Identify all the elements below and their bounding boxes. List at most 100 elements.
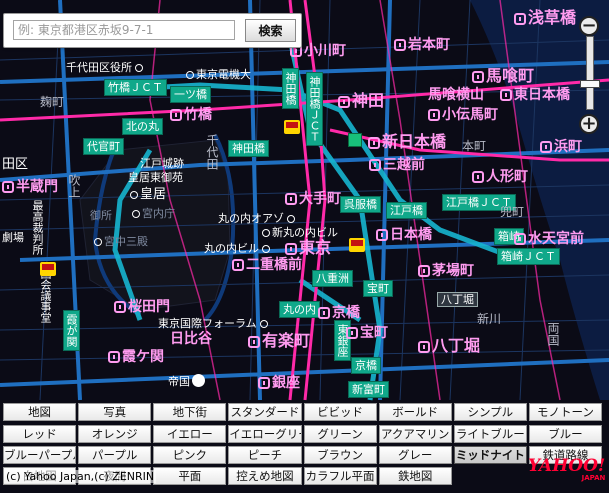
style-button[interactable]: ピンク bbox=[153, 446, 227, 464]
station-ginza[interactable]: 銀座 bbox=[258, 376, 300, 390]
yahoo-japan-logo[interactable]: YAHOO! JAPAN bbox=[528, 458, 605, 482]
zoom-out-button[interactable]: − bbox=[579, 16, 599, 36]
style-button[interactable]: ビビッド bbox=[303, 403, 377, 421]
copyright-text: (c) Yahoo Japan,(c) ZENRIN bbox=[4, 470, 157, 483]
style-button[interactable]: 地下街 bbox=[153, 403, 227, 421]
style-button[interactable]: グレー bbox=[378, 446, 452, 464]
map-canvas[interactable]: 竹橋ＪＣＴ 一ツ橋 北の丸 代官町 神田橋 神田橋ＪＣＴ 神田橋 呉服橋 江戸橋… bbox=[0, 0, 609, 493]
place-shinkawa: 新川 bbox=[477, 312, 502, 326]
station-tokyo[interactable]: 東京 bbox=[285, 240, 331, 256]
road-label-edobashi: 江戸橋 bbox=[386, 202, 427, 219]
station-kodenmacho[interactable]: 小伝馬町 bbox=[428, 108, 498, 122]
road-label-marunouchi: 丸の内 bbox=[279, 301, 320, 318]
style-button[interactable]: 鉄地図 bbox=[378, 467, 452, 485]
station-asakusabashi[interactable]: 浅草橋 bbox=[514, 10, 576, 26]
place-chiyoda-office: 千代田区役所 bbox=[66, 62, 145, 73]
place-ryogoku: 両国 bbox=[546, 322, 560, 346]
style-button[interactable]: ブラウン bbox=[303, 446, 377, 464]
place-marunouchi-bldg: 丸の内ビル bbox=[204, 243, 272, 254]
road-label-shintomicho: 新富町 bbox=[348, 381, 389, 398]
station-higashi-nihombashi[interactable]: 東日本橋 bbox=[500, 88, 570, 102]
style-button[interactable]: グリーン bbox=[303, 425, 377, 443]
station-otemachi[interactable]: 大手町 bbox=[285, 192, 341, 206]
style-button[interactable]: ブルーパープル bbox=[3, 446, 77, 464]
road-label-kitanomaru: 北の丸 bbox=[122, 118, 163, 135]
station-iwamotocho[interactable]: 岩本町 bbox=[394, 38, 450, 52]
style-button[interactable]: ピーチ bbox=[228, 446, 302, 464]
station-hatchobori[interactable]: 八丁堀 bbox=[418, 338, 480, 354]
road-label-daikancho: 代官町 bbox=[83, 138, 124, 155]
style-button[interactable]: オレンジ bbox=[78, 425, 152, 443]
road-label-kandabashi: 神田橋 bbox=[282, 68, 299, 109]
style-button[interactable]: イエロー bbox=[153, 425, 227, 443]
style-button[interactable]: スタンダード bbox=[228, 403, 302, 421]
place-edo-castle: 江戸城跡 bbox=[140, 157, 184, 170]
style-button[interactable]: パープル bbox=[78, 446, 152, 464]
place-imperial-hotel: 帝国 bbox=[168, 374, 207, 387]
place-fukiage: 吹上 bbox=[67, 174, 81, 198]
station-ningyocho[interactable]: 人形町 bbox=[472, 170, 528, 184]
place-shin-marunouchi: 新丸の内ビル bbox=[262, 227, 338, 238]
road-label-hakozaki-jct: 箱崎ＪＣＴ bbox=[497, 248, 560, 265]
place-kokkai: 国会議事堂 bbox=[39, 268, 52, 323]
station-shin-nihombashi[interactable]: 新日本橋 bbox=[368, 134, 446, 150]
place-chiyoda: 千代田 bbox=[205, 134, 219, 170]
place-kabuto: 兜町 bbox=[500, 205, 525, 219]
place-sakuma: 本町 bbox=[462, 139, 487, 153]
search-button[interactable]: 検索 bbox=[245, 19, 296, 42]
place-oazo: 丸の内オアゾ bbox=[218, 213, 297, 224]
station-nihombashi[interactable]: 日本橋 bbox=[376, 228, 432, 242]
style-button[interactable]: カラフル平面 bbox=[303, 467, 377, 485]
road-label-kandabashi-2: 神田橋 bbox=[228, 140, 269, 157]
station-takebashi[interactable]: 竹橋 bbox=[170, 108, 212, 122]
style-button[interactable]: モノトーン bbox=[528, 403, 602, 421]
station-yurakucho[interactable]: 有楽町 bbox=[248, 333, 310, 349]
place-gosho: 御所 bbox=[90, 209, 112, 222]
road-label-takebashi-jct: 竹橋ＪＣＴ bbox=[104, 79, 167, 96]
search-panel: 検索 bbox=[3, 13, 302, 48]
style-button[interactable]: アクアマリン bbox=[378, 425, 452, 443]
road-label-takaracho: 宝町 bbox=[363, 280, 393, 297]
place-imperial-garden: 皇居東御苑 bbox=[128, 171, 183, 184]
road-label-hitotsubashi: 一ツ橋 bbox=[170, 86, 211, 103]
station-mitsukoshimae[interactable]: 三越前 bbox=[369, 158, 425, 172]
station-hamacho[interactable]: 浜町 bbox=[540, 140, 582, 154]
station-bakuro-yokoyama[interactable]: 馬喰横山 bbox=[428, 88, 484, 102]
style-button[interactable]: 写真 bbox=[78, 403, 152, 421]
station-kanda[interactable]: 神田 bbox=[338, 93, 384, 109]
zoom-slider-handle[interactable] bbox=[580, 80, 600, 88]
place-kojimachi: 麹町 bbox=[40, 95, 65, 109]
place-miyanaka: 宮中三殿 bbox=[94, 236, 148, 247]
station-hanzomon[interactable]: 半蔵門 bbox=[2, 180, 58, 194]
station-sakuradamon[interactable]: 桜田門 bbox=[114, 300, 170, 314]
search-input[interactable] bbox=[13, 20, 235, 40]
road-label-kasumigaseki: 霞が関 bbox=[63, 310, 80, 351]
style-button[interactable]: 平面 bbox=[153, 467, 227, 485]
zoom-slider-track[interactable] bbox=[586, 36, 594, 110]
style-button[interactable]: イエローグリーン bbox=[228, 425, 302, 443]
style-button[interactable]: ミッドナイト bbox=[453, 446, 527, 464]
road-label-yaesu: 八重洲 bbox=[312, 270, 353, 287]
place-kokusai-forum: 東京国際フォーラム bbox=[158, 318, 270, 329]
style-button[interactable]: ライトブルー bbox=[453, 425, 527, 443]
place-imperial-palace: 宮内庁 bbox=[132, 208, 175, 219]
style-button[interactable]: 控えめ地図 bbox=[228, 467, 302, 485]
style-button[interactable]: ボールド bbox=[378, 403, 452, 421]
style-button[interactable]: 地図 bbox=[3, 403, 77, 421]
station-nijubashimae[interactable]: 二重橋前 bbox=[232, 258, 302, 272]
style-button[interactable]: レッド bbox=[3, 425, 77, 443]
station-kayabacho[interactable]: 茅場町 bbox=[418, 264, 474, 278]
jr-mark-icon bbox=[284, 120, 300, 134]
station-kasumigaseki[interactable]: 霞ケ関 bbox=[108, 350, 164, 364]
style-button[interactable]: ブルー bbox=[528, 425, 602, 443]
station-suitengumae[interactable]: 水天宮前 bbox=[514, 232, 584, 246]
station-bakurocho[interactable]: 馬喰町 bbox=[472, 68, 534, 84]
station-takaracho[interactable]: 宝町 bbox=[346, 326, 388, 340]
zoom-in-button[interactable]: + bbox=[579, 114, 599, 134]
station-kyobashi[interactable]: 京橋 bbox=[318, 306, 360, 320]
station-hibiya[interactable]: 日比谷 bbox=[170, 332, 212, 346]
place-ward-chiyoda: 田区 bbox=[2, 157, 29, 172]
place-hatchobori-box: 八丁堀 bbox=[437, 292, 478, 307]
style-button[interactable]: シンプル bbox=[453, 403, 527, 421]
road-label-kandabashi-jct: 神田橋ＪＣＴ bbox=[306, 72, 323, 146]
